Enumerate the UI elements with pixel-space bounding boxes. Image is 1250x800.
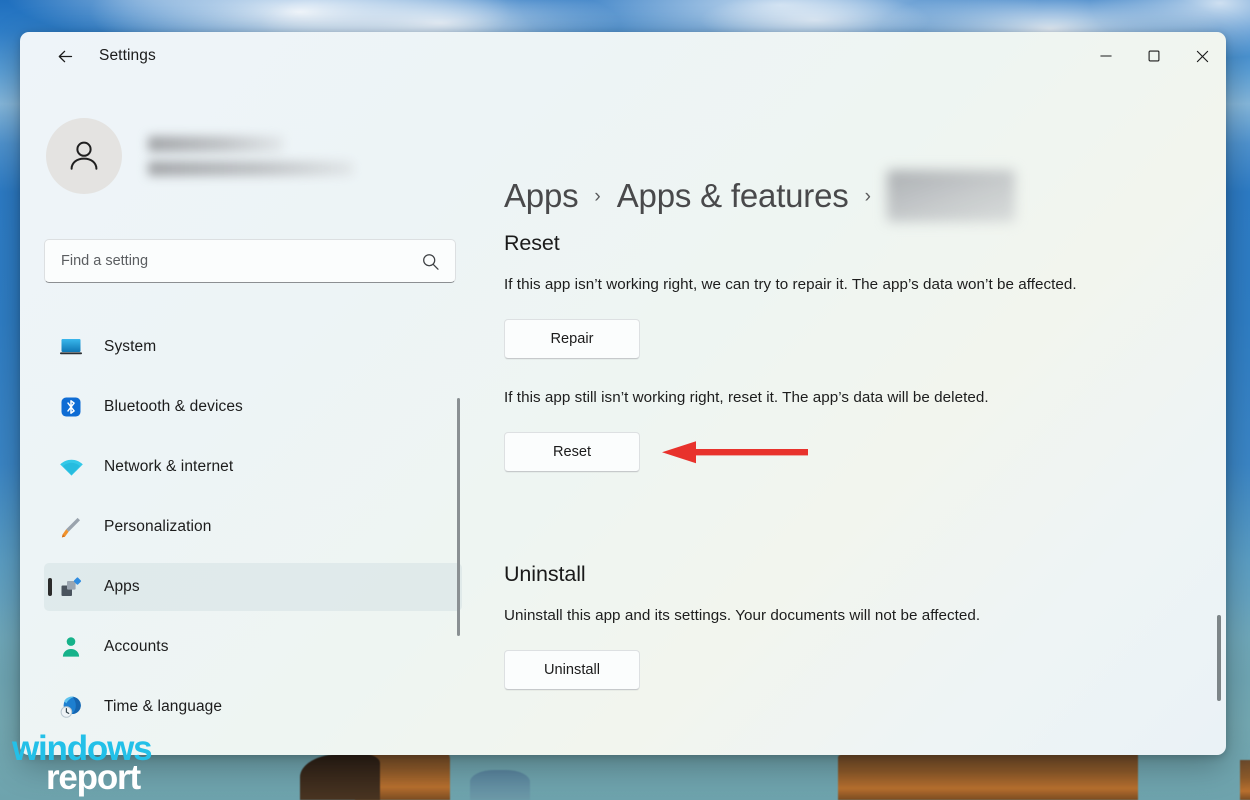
breadcrumb-current-app-redacted [887,170,1015,222]
sidebar-nav-list: System Bluetooth & devices [44,323,462,731]
avatar [46,118,122,194]
reset-button-row: Reset [504,432,1186,472]
sidebar-item-label: Time & language [104,698,222,716]
account-name-redacted [148,136,283,152]
bluetooth-icon [58,395,84,419]
close-button[interactable] [1178,32,1226,80]
wallpaper-rock [838,748,1138,800]
sidebar-item-label: Personalization [104,518,211,536]
close-icon [1196,50,1209,63]
paintbrush-icon [58,515,84,539]
watermark: windows report [12,733,151,794]
apps-icon [58,575,84,599]
back-button[interactable] [48,39,82,73]
title-bar: Settings [20,32,1226,80]
repair-button[interactable]: Repair [504,319,640,359]
uninstall-description: Uninstall this app and its settings. You… [504,603,1186,628]
account-email-redacted [148,161,353,176]
reset-description: If this app still isn’t working right, r… [504,385,1186,410]
chevron-right-icon: › [865,186,871,208]
sidebar-item-personalization[interactable]: Personalization [44,503,462,551]
desktop-wallpaper: Settings [0,0,1250,800]
system-monitor-icon [58,335,84,359]
page-title: Settings [99,47,156,65]
person-avatar-icon [63,135,105,177]
wallpaper-rock [1240,760,1250,800]
annotation-arrow-left-icon [660,438,808,466]
search-input[interactable] [45,253,421,269]
minimize-icon [1100,50,1112,62]
breadcrumb-apps-and-features[interactable]: Apps & features [617,177,849,215]
wallpaper-rock [470,770,530,800]
maximize-icon [1148,50,1160,62]
reset-button[interactable]: Reset [504,432,640,472]
minimize-button[interactable] [1082,32,1130,80]
sidebar-item-system[interactable]: System [44,323,462,371]
window-body: System Bluetooth & devices [20,80,1226,755]
sidebar-item-bluetooth-devices[interactable]: Bluetooth & devices [44,383,462,431]
uninstall-section-heading: Uninstall [504,562,1186,587]
sidebar-item-label: Bluetooth & devices [104,398,243,416]
watermark-line-2: report [46,762,151,794]
sidebar-item-label: Apps [104,578,140,596]
reset-section-heading: Reset [504,231,1186,256]
sidebar-item-label: Accounts [104,638,169,656]
sidebar-item-label: System [104,338,156,356]
breadcrumb: Apps › Apps & features › [504,168,1186,224]
uninstall-button[interactable]: Uninstall [504,650,640,690]
chevron-right-icon: › [594,186,600,208]
sidebar-item-accounts[interactable]: Accounts [44,623,462,671]
sidebar-item-label: Network & internet [104,458,233,476]
sidebar: System Bluetooth & devices [20,80,480,755]
search-box[interactable] [44,239,456,283]
repair-description: If this app isn’t working right, we can … [504,272,1129,297]
wallpaper-rock [300,754,380,800]
sidebar-item-apps[interactable]: Apps [44,563,462,611]
back-arrow-icon [55,46,76,67]
window-controls [1082,32,1226,80]
maximize-button[interactable] [1130,32,1178,80]
search-icon [421,252,440,271]
main-content-scrollbar[interactable] [1217,615,1221,701]
sidebar-item-network-internet[interactable]: Network & internet [44,443,462,491]
wifi-icon [58,455,84,479]
account-text [148,136,353,176]
sidebar-item-time-language[interactable]: Time & language [44,683,462,731]
settings-window: Settings [20,32,1226,755]
clock-globe-icon [58,695,84,719]
accounts-person-icon [58,635,84,659]
main-content: Apps › Apps & features › Reset If this a… [480,80,1226,755]
breadcrumb-apps[interactable]: Apps [504,177,578,215]
sidebar-scrollbar[interactable] [457,398,460,636]
account-row[interactable] [44,118,480,194]
